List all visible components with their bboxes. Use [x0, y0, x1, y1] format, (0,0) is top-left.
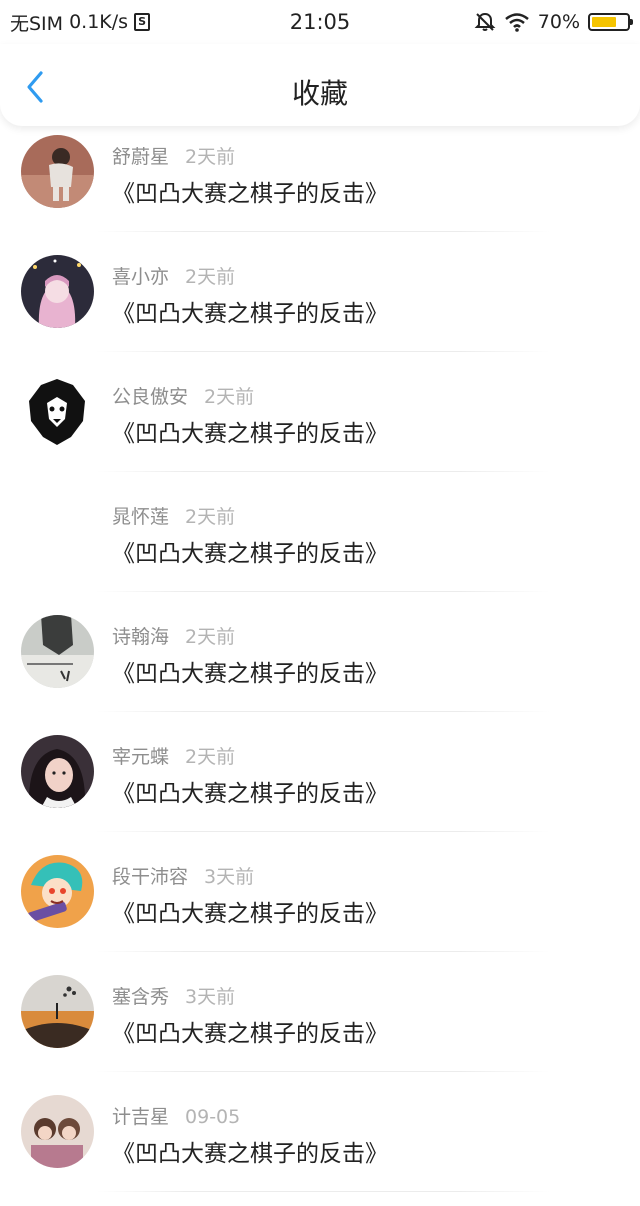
- page-title: 收藏: [291, 77, 348, 110]
- avatar: [21, 375, 94, 448]
- avatar: [21, 735, 94, 808]
- user-name: 晁怀莲 2天前: [112, 506, 236, 528]
- divider: [96, 351, 550, 352]
- list-item[interactable]: 喜小亦 2天前 《凹凸大赛之棋子的反击》: [0, 246, 640, 366]
- user-name: 宰元蝶 2天前: [112, 746, 236, 768]
- nav-bar: 收藏: [0, 44, 640, 126]
- list-item[interactable]: 塞含秀 3天前 《凹凸大赛之棋子的反击》: [0, 966, 640, 1086]
- battery-level: [592, 17, 616, 27]
- list-item[interactable]: 计吉星 09-05 《凹凸大赛之棋子的反击》: [0, 1086, 640, 1206]
- divider: [96, 591, 550, 592]
- user-name: 舒蔚星 2天前: [112, 146, 236, 168]
- item-title: 《凹凸大赛之棋子的反击》: [112, 181, 388, 207]
- battery-icon: [588, 13, 633, 31]
- item-title: 《凹凸大赛之棋子的反击》: [112, 781, 388, 807]
- item-title: 《凹凸大赛之棋子的反击》: [112, 1141, 388, 1167]
- sim-icon: S: [134, 13, 151, 31]
- user-name: 段干沛容 3天前: [112, 866, 255, 888]
- status-bar: 无SIM 0.1K/s S 21:05 70%: [0, 0, 640, 44]
- item-title: 《凹凸大赛之棋子的反击》: [112, 1021, 388, 1047]
- divider: [96, 1071, 550, 1072]
- avatar: [21, 1095, 94, 1168]
- divider: [96, 471, 550, 472]
- battery-percent: 70%: [537, 11, 580, 33]
- item-title: 《凹凸大赛之棋子的反击》: [112, 661, 388, 687]
- time-label: 2天前: [185, 746, 236, 768]
- divider: [96, 1191, 550, 1192]
- time-label: 2天前: [204, 386, 255, 408]
- user-name: 公良傲安 2天前: [112, 386, 255, 408]
- avatar: [21, 135, 94, 208]
- user-name: 诗翰海 2天前: [112, 626, 236, 648]
- list-item[interactable]: 晁怀莲 2天前 《凹凸大赛之棋子的反击》: [0, 486, 640, 606]
- user-name: 塞含秀 3天前: [112, 986, 236, 1008]
- list-item[interactable]: 段干沛容 3天前 《凹凸大赛之棋子的反击》: [0, 846, 640, 966]
- avatar: [21, 615, 94, 688]
- user-name: 计吉星 09-05: [112, 1106, 241, 1128]
- mute-bell-icon: [474, 12, 496, 31]
- divider: [96, 831, 550, 832]
- list-item[interactable]: 舒蔚星 2天前 《凹凸大赛之棋子的反击》: [0, 126, 640, 246]
- divider: [96, 231, 550, 232]
- favorites-list: 舒蔚星 2天前 《凹凸大赛之棋子的反击》 喜小亦 2天前 《凹凸大赛之棋子的反击》: [0, 126, 640, 1206]
- network-speed: 0.1K/s: [69, 11, 129, 33]
- carrier-label: 无SIM: [10, 12, 64, 35]
- item-title: 《凹凸大赛之棋子的反击》: [112, 301, 388, 327]
- time-label: 2天前: [185, 146, 236, 168]
- time-label: 2天前: [185, 626, 236, 648]
- list-item[interactable]: 宰元蝶 2天前 《凹凸大赛之棋子的反击》: [0, 726, 640, 846]
- avatar: [21, 975, 94, 1048]
- list-item[interactable]: 诗翰海 2天前 《凹凸大赛之棋子的反击》: [0, 606, 640, 726]
- time-label: 09-05: [185, 1106, 241, 1128]
- divider: [96, 711, 550, 712]
- status-left: 无SIM 0.1K/s S: [10, 9, 151, 36]
- list-item[interactable]: 公良傲安 2天前 《凹凸大赛之棋子的反击》: [0, 366, 640, 486]
- time-label: 2天前: [185, 266, 236, 288]
- avatar: [21, 855, 94, 928]
- item-title: 《凹凸大赛之棋子的反击》: [112, 541, 388, 567]
- item-title: 《凹凸大赛之棋子的反击》: [112, 421, 388, 447]
- wifi-icon: [504, 13, 529, 32]
- avatar: [21, 255, 94, 328]
- time-label: 3天前: [204, 866, 255, 888]
- time-label: 2天前: [185, 506, 236, 528]
- status-right: 70%: [474, 11, 633, 33]
- time-label: 3天前: [185, 986, 236, 1008]
- item-title: 《凹凸大赛之棋子的反击》: [112, 901, 388, 927]
- divider: [96, 951, 550, 952]
- user-name: 喜小亦 2天前: [112, 266, 236, 288]
